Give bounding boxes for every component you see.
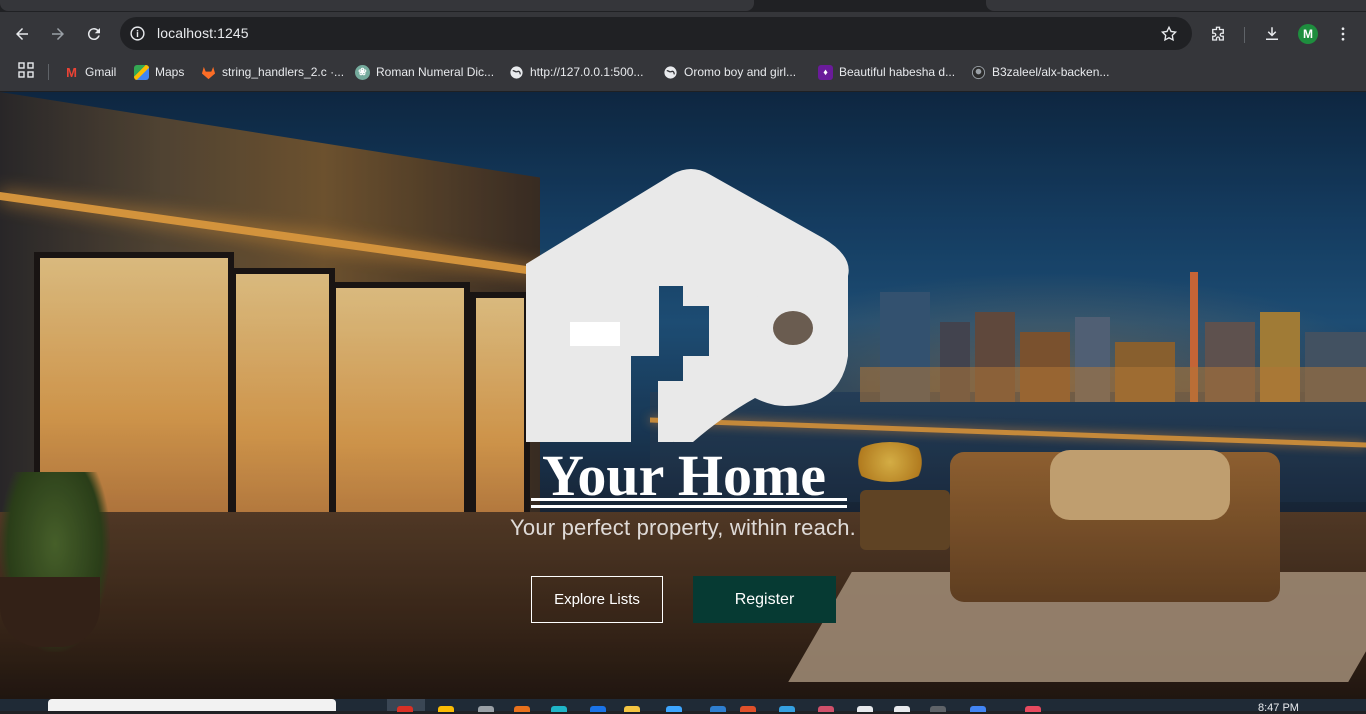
brand-underline [531,505,847,508]
hero-section: Your Home Your perfect property, within … [0,92,1366,699]
app-taskbar-icon[interactable] [478,706,494,712]
bookmark-purple-icon: ♦ [818,64,833,80]
bookmark-string-handlers[interactable]: string_handlers_2.c ·... [201,62,344,82]
app-taskbar-icon[interactable] [857,706,873,712]
forward-button[interactable] [44,20,72,48]
back-arrow-icon [16,28,28,40]
profile-avatar[interactable]: M [1298,24,1318,44]
app-taskbar-icon[interactable] [818,706,834,712]
active-tab[interactable] [0,0,754,11]
bookmark-label: http://127.0.0.1:500... [530,65,644,79]
taskbar-clock[interactable]: 8:47 PM [1258,702,1299,714]
bookmark-gmail[interactable]: M Gmail [64,62,116,82]
house-key-logo-icon [526,169,849,442]
puzzle-icon [1212,26,1224,41]
app-taskbar-icon[interactable] [710,706,726,712]
brand-title: Your Home [541,443,827,508]
toolbar-divider [1244,27,1245,43]
app-taskbar-icon[interactable] [1025,706,1041,712]
browser-toolbar: localhost:1245 M [0,12,1366,56]
maps-icon [134,64,149,80]
app-taskbar-icon[interactable] [970,706,986,712]
bookmark-maps[interactable]: Maps [134,62,184,82]
bookmark-label: Beautiful habesha d... [839,65,956,79]
bookmark-label: Roman Numeral Dic... [376,65,495,79]
downloads-button[interactable] [1261,23,1283,45]
bookmark-star-icon[interactable] [1160,25,1178,43]
browser-menu-button[interactable] [1332,23,1354,45]
bookmark-label: Gmail [85,65,117,79]
bookmark-localhost[interactable]: http://127.0.0.1:500... [509,62,643,82]
chatgpt-icon: ❀ [355,64,370,80]
url-text[interactable]: localhost:1245 [157,25,249,41]
gitlab-icon [201,66,216,79]
app-taskbar-icon[interactable] [590,706,606,712]
globe-icon [664,65,677,79]
app-taskbar-icon[interactable] [930,706,946,712]
chrome-taskbar-icon[interactable] [397,706,413,712]
bookmark-label: Oromo boy and girl... [684,65,797,79]
reload-icon [87,28,100,41]
address-bar[interactable]: localhost:1245 [120,17,1192,50]
back-button[interactable] [8,20,36,48]
app-taskbar-icon[interactable] [779,706,795,712]
app-taskbar-icon[interactable] [894,706,910,712]
app-taskbar-icon[interactable] [551,706,567,712]
bookmark-github[interactable]: B3zaleel/alx-backen... [971,62,1109,82]
bookmark-habesha[interactable]: ♦ Beautiful habesha d... [818,62,955,82]
app-taskbar-icon[interactable] [624,706,640,712]
brand-underline [531,498,847,501]
tab-strip [0,0,1366,12]
download-icon [1266,27,1278,40]
forward-arrow-icon [52,28,64,40]
bookmark-label: Maps [155,65,185,79]
extensions-button[interactable] [1207,23,1229,45]
folder-taskbar-icon[interactable] [438,706,454,712]
bookmark-roman-numeral[interactable]: ❀ Roman Numeral Dic... [355,62,494,82]
globe-icon [510,65,523,79]
gmail-icon: M [66,64,77,80]
register-button[interactable]: Register [693,576,836,623]
explore-lists-button[interactable]: Explore Lists [531,576,663,623]
bookmark-label: B3zaleel/alx-backen... [992,65,1110,79]
site-info-icon[interactable] [129,25,146,42]
hero-tagline: Your perfect property, within reach. [510,515,856,540]
taskbar-search[interactable] [48,699,336,711]
app-taskbar-icon[interactable] [740,706,756,712]
bookmarks-divider [48,64,49,80]
reload-button[interactable] [80,20,108,48]
app-taskbar-icon[interactable] [514,706,530,712]
apps-grid-icon[interactable] [18,62,34,78]
app-taskbar-icon[interactable] [666,706,682,712]
github-icon [971,65,986,79]
bookmark-label: string_handlers_2.c ·... [222,65,345,79]
os-taskbar: 8:47 PM [0,699,1366,714]
kebab-menu-icon [1341,27,1345,41]
bookmark-oromo[interactable]: Oromo boy and girl... [663,62,796,82]
inactive-tab[interactable] [986,0,1366,11]
